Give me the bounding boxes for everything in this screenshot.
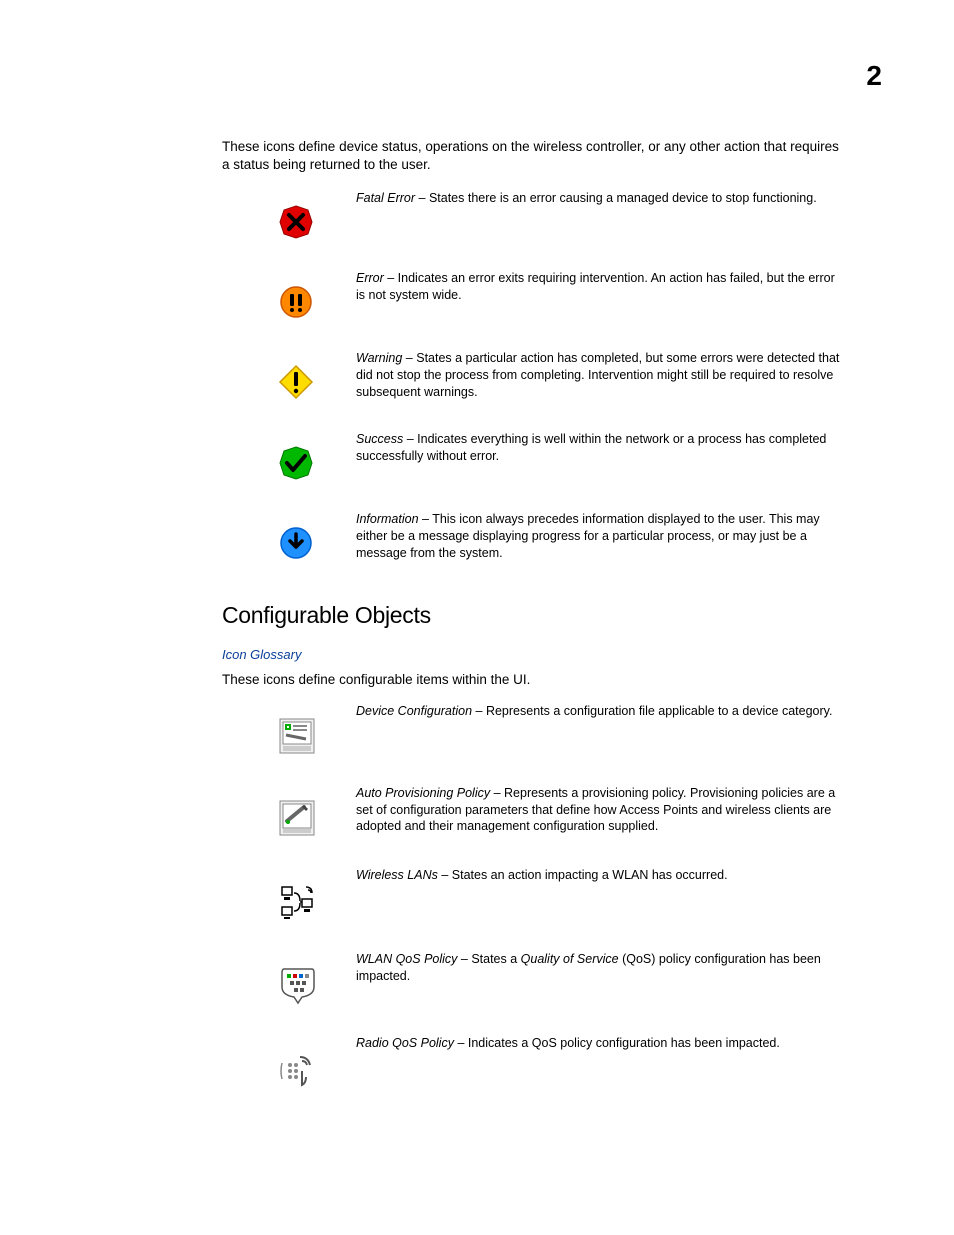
page-content: These icons define device status, operat… bbox=[222, 138, 844, 1119]
icon-glossary-link[interactable]: Icon Glossary bbox=[222, 647, 844, 662]
success-desc: Success – Indicates everything is well w… bbox=[356, 431, 844, 465]
page-number: 2 bbox=[866, 60, 882, 92]
information-icon bbox=[222, 511, 356, 561]
radio-qos-policy-desc: Radio QoS Policy – Indicates a QoS polic… bbox=[356, 1035, 844, 1052]
success-icon bbox=[222, 431, 356, 481]
config-row-auto-provisioning: Auto Provisioning Policy – Represents a … bbox=[222, 785, 844, 837]
fatal-error-icon bbox=[222, 190, 356, 240]
wlan-qos-policy-icon bbox=[222, 951, 356, 1005]
wireless-lans-icon bbox=[222, 867, 356, 921]
radio-qos-policy-icon bbox=[222, 1035, 356, 1089]
auto-provisioning-policy-desc: Auto Provisioning Policy – Represents a … bbox=[356, 785, 844, 836]
status-row-fatal-error: Fatal Error – States there is an error c… bbox=[222, 190, 844, 240]
config-row-wlan-qos: WLAN QoS Policy – States a Quality of Se… bbox=[222, 951, 844, 1005]
device-configuration-desc: Device Configuration – Represents a conf… bbox=[356, 703, 844, 720]
config-row-device-configuration: Device Configuration – Represents a conf… bbox=[222, 703, 844, 755]
wlan-qos-policy-desc: WLAN QoS Policy – States a Quality of Se… bbox=[356, 951, 844, 985]
status-row-success: Success – Indicates everything is well w… bbox=[222, 431, 844, 481]
warning-icon bbox=[222, 350, 356, 400]
device-configuration-icon bbox=[222, 703, 356, 755]
config-row-wireless-lans: Wireless LANs – States an action impacti… bbox=[222, 867, 844, 921]
status-row-warning: Warning – States a particular action has… bbox=[222, 350, 844, 401]
config-row-radio-qos: Radio QoS Policy – Indicates a QoS polic… bbox=[222, 1035, 844, 1089]
intro-text: These icons define device status, operat… bbox=[222, 138, 844, 174]
auto-provisioning-policy-icon bbox=[222, 785, 356, 837]
information-desc: Information – This icon always precedes … bbox=[356, 511, 844, 562]
fatal-error-desc: Fatal Error – States there is an error c… bbox=[356, 190, 844, 207]
error-icon bbox=[222, 270, 356, 320]
error-desc: Error – Indicates an error exits requiri… bbox=[356, 270, 844, 304]
status-row-error: Error – Indicates an error exits requiri… bbox=[222, 270, 844, 320]
wireless-lans-desc: Wireless LANs – States an action impacti… bbox=[356, 867, 844, 884]
warning-desc: Warning – States a particular action has… bbox=[356, 350, 844, 401]
sub-intro-text: These icons define configurable items wi… bbox=[222, 672, 844, 687]
section-title: Configurable Objects bbox=[222, 602, 844, 629]
status-row-information: Information – This icon always precedes … bbox=[222, 511, 844, 562]
